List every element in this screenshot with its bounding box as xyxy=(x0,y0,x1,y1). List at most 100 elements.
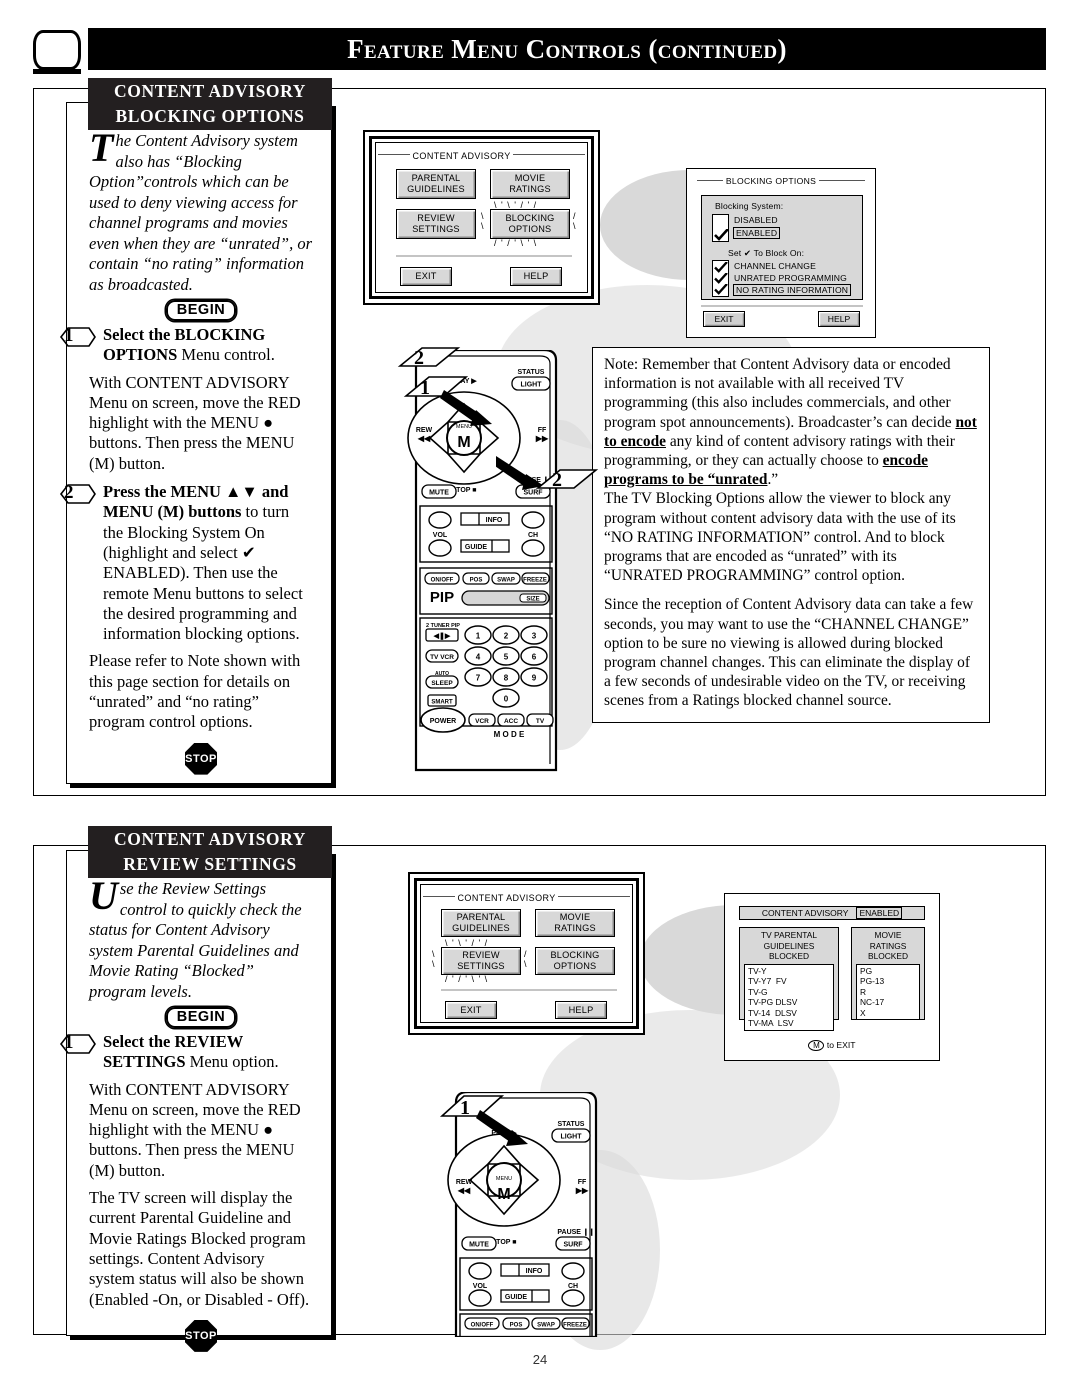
osd-review-settings: CONTENT ADVISORY ENABLED TV PARENTAL GUI… xyxy=(724,893,940,1061)
highlight-sparkle-icon: / \ xyxy=(573,211,577,231)
svg-text:CH: CH xyxy=(568,1283,578,1290)
svg-text:FREEZE: FREEZE xyxy=(523,578,547,584)
list-item: R xyxy=(860,986,867,997)
step-heading: Select the BLOCKING OPTIONS Menu control… xyxy=(103,325,313,366)
page-header: Feature Menu Controls (continued) xyxy=(0,0,1080,74)
note-paragraph-2: The TV Blocking Options allow the viewer… xyxy=(604,490,956,585)
svg-text:MUTE: MUTE xyxy=(469,1242,489,1249)
help-label: HELP xyxy=(568,1004,594,1015)
exit-button[interactable]: EXIT xyxy=(400,267,452,286)
step-heading: Press the MENU ▲▼ and MENU (M) buttons t… xyxy=(103,482,313,644)
menu-button-movie-ratings[interactable]: MOVIE RATINGS xyxy=(535,909,615,937)
intro-dropcap: T xyxy=(89,125,114,170)
begin-marker: BEGIN xyxy=(89,300,313,321)
exit-label: EXIT xyxy=(714,314,734,324)
svg-text:TV VCR: TV VCR xyxy=(430,654,454,661)
option-enabled-selected[interactable]: ENABLED xyxy=(733,227,781,239)
blocking-system-checkbox[interactable] xyxy=(712,214,729,242)
list-item: PG-13 xyxy=(860,976,885,987)
note-paragraph-1: Note: Remember that Content Advisory dat… xyxy=(604,355,979,489)
legend-rule-right xyxy=(558,895,631,897)
option-unrated-programming[interactable]: UNRATED PROGRAMMING xyxy=(734,273,847,283)
highlight-sparkle-icon: \ ' \ ' / ' / xyxy=(445,938,489,948)
step-number: 1 xyxy=(64,1032,74,1053)
block-options-checkbox-group[interactable] xyxy=(712,260,729,297)
list-item: X xyxy=(860,1007,866,1018)
menu-button-parental-guidelines[interactable]: PARENTAL GUIDELINES xyxy=(396,169,476,199)
osd-legend-text: CONTENT ADVISORY xyxy=(457,893,556,903)
check-icon xyxy=(714,262,728,273)
note-paragraph-3: Since the reception of Content Advisory … xyxy=(604,596,974,710)
btn-line1: MOVIE xyxy=(514,173,546,183)
menu-button-review-settings[interactable]: REVIEW SETTINGS xyxy=(441,947,521,975)
svg-text:0: 0 xyxy=(504,695,509,704)
review-header-label: CONTENT ADVISORY xyxy=(761,908,849,918)
svg-text:GUIDE: GUIDE xyxy=(465,544,488,551)
menu-button-review-settings[interactable]: REVIEW SETTINGS xyxy=(396,209,476,239)
page-title: Feature Menu Controls (continued) xyxy=(347,33,787,64)
status-badge: ENABLED xyxy=(856,907,903,919)
btn-line2: OPTIONS xyxy=(508,224,552,234)
svg-text:VOL: VOL xyxy=(433,532,448,539)
btn-line1: MOVIE xyxy=(559,912,591,922)
menu-button-parental-guidelines[interactable]: PARENTAL GUIDELINES xyxy=(441,909,521,937)
exit-button[interactable]: EXIT xyxy=(445,1001,497,1019)
menu-button-blocking-options[interactable]: BLOCKING OPTIONS xyxy=(490,209,570,239)
svg-text:1: 1 xyxy=(476,632,481,641)
svg-text:1: 1 xyxy=(460,1097,470,1119)
stop-sign: STOP xyxy=(185,1319,217,1352)
section-title-line1: CONTENT ADVISORY xyxy=(114,81,306,101)
svg-text:PAUSE ❙❙: PAUSE ❙❙ xyxy=(557,1228,594,1236)
option-channel-change[interactable]: CHANNEL CHANGE xyxy=(734,261,816,271)
menu-button-movie-ratings[interactable]: MOVIE RATINGS xyxy=(490,169,570,199)
svg-text:1: 1 xyxy=(420,377,430,399)
step-1-paragraph-1: With CONTENT ADVISORY Menu on screen, mo… xyxy=(89,1079,301,1180)
exit-label: EXIT xyxy=(460,1004,482,1015)
check-icon xyxy=(714,273,728,284)
osd-legend: CONTENT ADVISORY xyxy=(376,151,587,161)
step-1-paragraph: With CONTENT ADVISORY Menu on screen, mo… xyxy=(89,372,301,473)
note-box: Note: Remember that Content Advisory dat… xyxy=(592,347,990,723)
title-rule-right xyxy=(818,179,865,181)
svg-text:STATUS: STATUS xyxy=(558,1121,585,1128)
column-title: TV PARENTAL GUIDELINES BLOCKED xyxy=(761,930,817,961)
svg-text:◀❚▶: ◀❚▶ xyxy=(433,632,451,640)
menu-button-blocking-options[interactable]: BLOCKING OPTIONS xyxy=(535,947,615,975)
stop-marker: STOP xyxy=(89,1319,313,1352)
svg-text:7: 7 xyxy=(476,674,481,683)
osd-divider xyxy=(441,989,617,991)
legend-rule-left xyxy=(377,153,410,155)
option-no-rating-information-selected[interactable]: NO RATING INFORMATION xyxy=(733,284,852,296)
section-title-review: CONTENT ADVISORY REVIEW SETTINGS xyxy=(88,826,332,878)
svg-text:PIP: PIP xyxy=(430,589,454,606)
svg-text:◀◀: ◀◀ xyxy=(417,434,431,443)
help-button[interactable]: HELP xyxy=(818,311,860,327)
begin-badge: BEGIN xyxy=(165,300,237,321)
callout-arrow-2: 2 xyxy=(492,450,606,510)
list-item: TV-Y xyxy=(748,965,767,976)
step-number-badge: 1 xyxy=(59,1032,97,1055)
svg-text:SWAP: SWAP xyxy=(537,1323,555,1329)
osd-divider xyxy=(701,305,863,307)
exit-hint: M to EXIT xyxy=(725,1040,939,1051)
osd-legend: CONTENT ADVISORY xyxy=(421,893,632,903)
parental-guidelines-column: TV PARENTAL GUIDELINES BLOCKED TV-Y TV-Y… xyxy=(739,927,839,1032)
list-item: TV-G xyxy=(748,986,768,997)
svg-text:M O D E: M O D E xyxy=(494,730,525,739)
svg-text:ACC: ACC xyxy=(504,718,518,725)
begin-badge: BEGIN xyxy=(165,1007,237,1028)
menu-m-button-icon[interactable]: M xyxy=(808,1040,825,1051)
svg-text:8: 8 xyxy=(504,674,509,683)
svg-text:INFO: INFO xyxy=(486,517,503,524)
btn-line2: OPTIONS xyxy=(553,961,597,971)
exit-button[interactable]: EXIT xyxy=(703,311,745,327)
help-button[interactable]: HELP xyxy=(555,1001,607,1019)
osd-panel: Blocking System: DISABLED ENABLED Set ✔ … xyxy=(701,195,863,300)
step-number-badge: 2 xyxy=(59,482,97,505)
help-button[interactable]: HELP xyxy=(510,267,562,286)
intro-dropcap: U xyxy=(89,873,118,918)
btn-line1: REVIEW xyxy=(417,213,455,223)
callout-arrow-1: 2 1 xyxy=(396,344,526,434)
step-heading: Select the REVIEW SETTINGS Menu option. xyxy=(103,1032,313,1073)
option-disabled[interactable]: DISABLED xyxy=(734,215,778,225)
